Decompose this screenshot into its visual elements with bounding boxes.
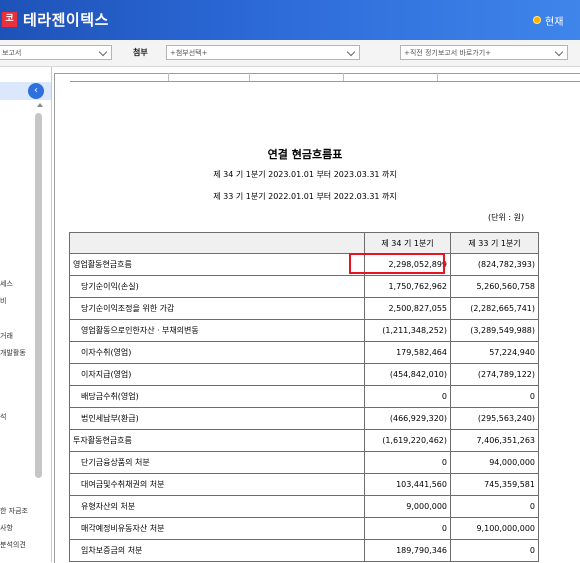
row-label: 법인세납부(환급) (69, 407, 365, 430)
value-prior: 9,100,000,000 (450, 517, 539, 540)
table-row: 법인세납부(환급) (466,929,320) (295,563,240) (69, 407, 539, 430)
row-label: 임차보증금의 처분 (69, 539, 365, 562)
sidebar-item[interactable]: 석 (0, 412, 34, 422)
scroll-up-icon[interactable] (37, 103, 43, 107)
value-current: 103,441,560 (364, 473, 451, 496)
report-select[interactable]: 보고서 (0, 45, 112, 60)
value-prior: (295,563,240) (450, 407, 539, 430)
sidebar-scrollbar[interactable] (35, 113, 42, 478)
value-prior: 0 (450, 385, 539, 408)
row-label: 매각예정비유동자산 처분 (69, 517, 365, 540)
period-prior: 제 33 기 1분기 2022.01.01 부터 2022.03.31 까지 (213, 192, 397, 201)
value-prior: (274,789,122) (450, 363, 539, 386)
value-current: (1,211,348,252) (364, 319, 451, 342)
table-row: 유형자산의 처분 9,000,000 0 (69, 495, 539, 518)
row-label: 영업활동현금흐름 (69, 253, 365, 276)
table-row: 이자수취(영업) 179,582,464 57,224,940 (69, 341, 539, 364)
divider (168, 73, 169, 81)
value-prior: 0 (450, 539, 539, 562)
status-dot-icon (533, 16, 541, 24)
row-label: 당기순이익(손실) (69, 275, 365, 298)
table-header-row: 제 34 기 1분기 제 33 기 1분기 (69, 232, 539, 254)
period-current: 제 34 기 1분기 2023.01.01 부터 2023.03.31 까지 (213, 170, 397, 179)
table-row: 배당금수취(영업) 0 0 (69, 385, 539, 408)
value-current: 189,790,346 (364, 539, 451, 562)
row-label: 단기금융상품의 처분 (69, 451, 365, 474)
value-prior: 7,406,351,263 (450, 429, 539, 452)
chevron-down-icon (346, 47, 356, 57)
row-label: 투자활동현금흐름 (69, 429, 365, 452)
divider (70, 81, 580, 82)
value-prior: 0 (450, 495, 539, 518)
document-title: 연결 현금흐름표 (267, 148, 343, 161)
chevron-down-icon (554, 47, 564, 57)
sidebar-item[interactable]: 세스 (0, 279, 34, 289)
row-label: 당기순이익조정을 위한 가감 (69, 297, 365, 320)
previous-report-select[interactable]: +직전 정기보고서 바로가기+ (400, 45, 568, 60)
value-current: 2,500,827,055 (364, 297, 451, 320)
table-row: 당기순이익(손실) 1,750,762,962 5,260,560,758 (69, 275, 539, 298)
sidebar-item[interactable]: 한 자금조 (0, 506, 34, 516)
table-row: 임차보증금의 처분 189,790,346 0 (69, 539, 539, 562)
sidebar: ‹ 세스 비 거래 개발활동 석 한 자금조 사항 분석의견 (0, 67, 52, 562)
value-prior: 745,359,581 (450, 473, 539, 496)
status-label: 현재 (545, 17, 564, 28)
value-current: 179,582,464 (364, 341, 451, 364)
table-row: 영업활동으로인한자산ㆍ부채의변동 (1,211,348,252) (3,289,54… (69, 319, 539, 342)
row-label: 영업활동으로인한자산ㆍ부채의변동 (69, 319, 365, 342)
unit-label: (단위 : 원) (488, 213, 525, 222)
attach-select-value: +첨부선택+ (170, 49, 208, 57)
table-row: 당기순이익조정을 위한 가감 2,500,827,055 (2,282,665,74… (69, 297, 539, 320)
column-header: 제 33 기 1분기 (450, 232, 539, 254)
sidebar-item[interactable]: 비 (0, 296, 34, 306)
value-prior: 5,260,560,758 (450, 275, 539, 298)
sidebar-item[interactable]: 분석의견 (0, 540, 34, 550)
value-current: 0 (364, 517, 451, 540)
table-row: 영업활동현금흐름 2,298,052,899 (824,782,393) (69, 253, 539, 276)
sidebar-collapse-button[interactable]: ‹ (28, 83, 44, 99)
value-prior: (824,782,393) (450, 253, 539, 276)
chevron-down-icon (98, 47, 108, 57)
logo-icon: 코 (2, 12, 17, 27)
sidebar-item[interactable]: 거래 (0, 331, 34, 341)
table-row: 투자활동현금흐름 (1,619,220,462) 7,406,351,263 (69, 429, 539, 452)
value-prior: (2,282,665,741) (450, 297, 539, 320)
row-label: 배당금수취(영업) (69, 385, 365, 408)
value-current: (454,842,010) (364, 363, 451, 386)
value-prior: (3,289,549,988) (450, 319, 539, 342)
value-prior: 57,224,940 (450, 341, 539, 364)
divider (249, 73, 250, 81)
value-current: 2,298,052,899 (364, 253, 451, 276)
row-label: 이자수취(영업) (69, 341, 365, 364)
app-header: 코 테라젠이텍스 현재 (0, 0, 580, 40)
divider (437, 73, 438, 81)
value-prior: 94,000,000 (450, 451, 539, 474)
app-title: 테라젠이텍스 (23, 11, 109, 29)
row-label: 유형자산의 처분 (69, 495, 365, 518)
value-current: (1,619,220,462) (364, 429, 451, 452)
previous-report-select-value: +직전 정기보고서 바로가기+ (404, 49, 492, 57)
value-current: 9,000,000 (364, 495, 451, 518)
report-select-value: 보고서 (2, 49, 22, 57)
table-row: 이자지급(영업) (454,842,010) (274,789,122) (69, 363, 539, 386)
sidebar-item[interactable]: 사항 (0, 523, 34, 533)
divider (343, 73, 344, 81)
row-label: 대여금및수취채권의 처분 (69, 473, 365, 496)
value-current: 0 (364, 385, 451, 408)
sidebar-item[interactable]: 개발활동 (0, 348, 34, 358)
toolbar: 보고서 첨부 +첨부선택+ +직전 정기보고서 바로가기+ (0, 40, 580, 67)
attach-select[interactable]: +첨부선택+ (166, 45, 360, 60)
value-current: (466,929,320) (364, 407, 451, 430)
value-current: 0 (364, 451, 451, 474)
value-current: 1,750,762,962 (364, 275, 451, 298)
column-header: 제 34 기 1분기 (364, 232, 451, 254)
attach-label: 첨부 (133, 48, 148, 57)
table-row: 매각예정비유동자산 처분 0 9,100,000,000 (69, 517, 539, 540)
table-row: 단기금융상품의 처분 0 94,000,000 (69, 451, 539, 474)
cash-flow-table: 제 34 기 1분기 제 33 기 1분기 영업활동현금흐름 2,298,052,… (69, 232, 539, 562)
table-row: 대여금및수취채권의 처분 103,441,560 745,359,581 (69, 473, 539, 496)
row-label: 이자지급(영업) (69, 363, 365, 386)
column-header (69, 232, 365, 254)
